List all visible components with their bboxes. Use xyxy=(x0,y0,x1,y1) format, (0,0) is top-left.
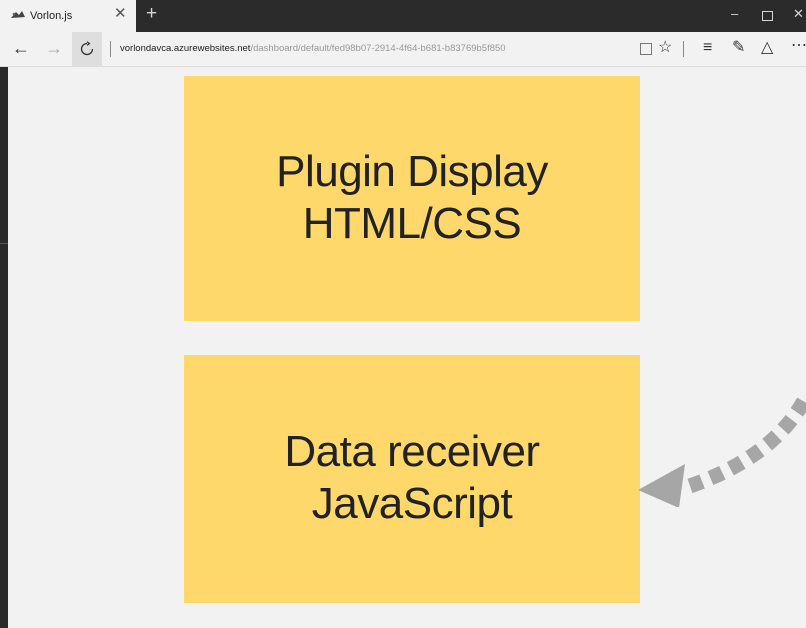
reading-view-icon[interactable] xyxy=(640,43,652,55)
left-edge-strip xyxy=(0,67,8,628)
address-host: vorlondavca.azurewebsites.net xyxy=(120,43,251,54)
refresh-icon xyxy=(80,41,94,56)
panel-technology: JavaScript xyxy=(311,479,513,528)
new-tab-button[interactable]: + xyxy=(146,4,157,24)
dotted-arrow-icon xyxy=(638,393,806,507)
browser-window: Vorlon.js ✕ + – ✕ ← → vorlondavca.azurew… xyxy=(0,0,806,628)
panel-heading: Plugin Display xyxy=(276,146,548,196)
address-bar[interactable]: vorlondavca.azurewebsites.net/dashboard/… xyxy=(120,43,506,54)
refresh-button[interactable] xyxy=(72,32,102,66)
left-edge-tick xyxy=(0,243,8,244)
plugin-display-panel: Plugin Display HTML/CSS xyxy=(184,76,640,321)
page-viewport: Plugin Display HTML/CSS Data receiver Ja… xyxy=(0,67,806,628)
toolbar-separator xyxy=(683,41,684,57)
panel-technology: HTML/CSS xyxy=(302,198,522,248)
tab-title: Vorlon.js xyxy=(30,10,73,22)
tab-bar: Vorlon.js ✕ + – ✕ xyxy=(0,0,806,32)
data-receiver-panel: Data receiver JavaScript xyxy=(184,355,640,603)
address-separator xyxy=(110,41,111,57)
panel-heading: Data receiver xyxy=(284,427,540,476)
navigation-bar: ← → vorlondavca.azurewebsites.net/dashbo… xyxy=(0,32,806,67)
tab-vorlon[interactable]: Vorlon.js ✕ xyxy=(0,0,136,32)
more-icon[interactable]: ⋯ xyxy=(791,37,806,55)
address-path: /dashboard/default/fed98b07-2914-4f64-b6… xyxy=(250,43,506,54)
favorite-star-icon[interactable]: ☆ xyxy=(658,39,672,57)
tab-close-icon[interactable]: ✕ xyxy=(114,6,127,22)
forward-button[interactable]: → xyxy=(45,38,63,58)
hub-icon[interactable]: ≡ xyxy=(703,39,712,57)
maximize-button[interactable] xyxy=(762,11,773,21)
back-button[interactable]: ← xyxy=(12,38,30,58)
web-note-icon[interactable]: ✎ xyxy=(732,39,745,57)
close-window-button[interactable]: ✕ xyxy=(793,7,804,21)
minimize-button[interactable]: – xyxy=(731,7,738,21)
share-icon[interactable]: △ xyxy=(761,39,773,57)
vorlon-favicon-icon xyxy=(11,11,25,18)
